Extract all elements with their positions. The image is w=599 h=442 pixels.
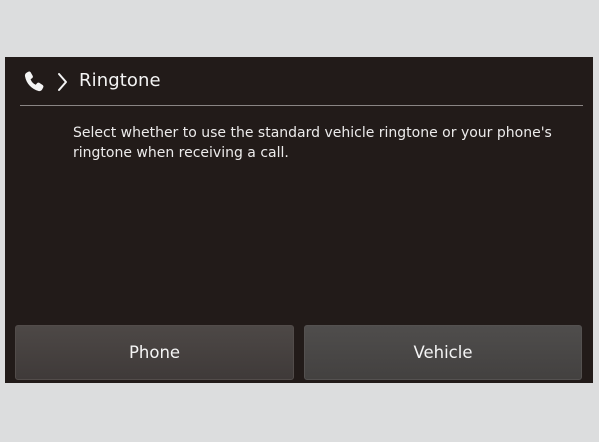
chevron-right-icon [56, 71, 70, 93]
description-text: Select whether to use the standard vehic… [73, 125, 552, 161]
page-title: Ringtone [79, 70, 161, 91]
vehicle-button[interactable]: Vehicle [304, 325, 582, 380]
header-divider [20, 105, 583, 106]
phone-button-label: Phone [128, 343, 181, 362]
header: Ringtone [5, 57, 593, 105]
vehicle-button-label: Vehicle [413, 343, 473, 362]
phone-handset-icon[interactable] [23, 70, 47, 94]
phone-button[interactable]: Phone [15, 325, 294, 380]
ringtone-screen: Ringtone Select whether to use the stand… [5, 57, 593, 383]
